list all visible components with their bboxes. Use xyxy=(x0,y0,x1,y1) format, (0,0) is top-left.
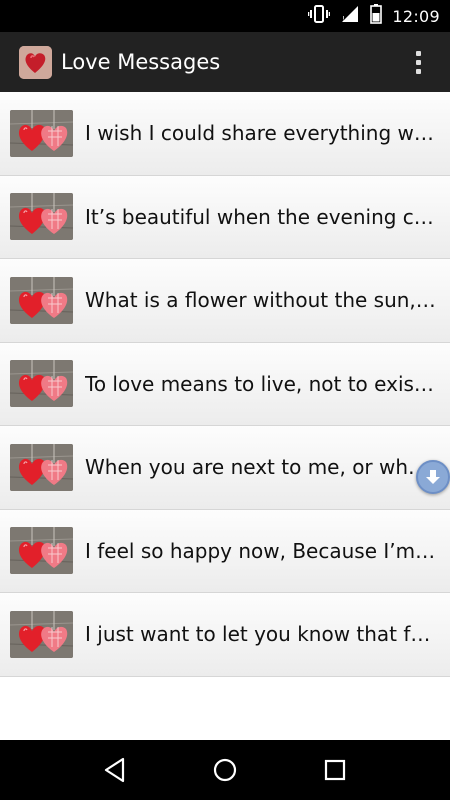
hearts-thumbnail xyxy=(10,109,73,157)
hearts-thumbnail xyxy=(10,610,73,658)
message-preview: When you are next to me, or when… xyxy=(85,455,439,480)
list-item[interactable]: It’s beautiful when the evening co… xyxy=(0,175,450,259)
message-preview: I wish I could share everything wit… xyxy=(85,121,439,146)
scroll-down-icon[interactable] xyxy=(416,460,450,494)
signal-icon: ! xyxy=(340,5,360,27)
hearts-app-icon[interactable] xyxy=(19,45,52,79)
list-item[interactable]: I wish I could share everything wit… xyxy=(0,92,450,176)
message-preview: What is a flower without the sun, … xyxy=(85,288,439,313)
more-vert-icon[interactable] xyxy=(404,47,432,77)
navigation-bar xyxy=(0,740,450,800)
svg-text:!: ! xyxy=(342,15,345,23)
list-item[interactable]: I just want to let you know that fal… xyxy=(0,593,450,677)
message-preview: I feel so happy now, Because I’m … xyxy=(85,538,439,563)
message-list: I wish I could share everything wit… It’… xyxy=(0,92,450,677)
vibrate-icon xyxy=(308,5,331,27)
app-bar: Love Messages xyxy=(0,32,450,92)
message-preview: It’s beautiful when the evening co… xyxy=(85,204,439,229)
hearts-thumbnail xyxy=(10,276,73,324)
message-preview: I just want to let you know that fal… xyxy=(85,622,439,647)
hearts-thumbnail xyxy=(10,527,73,575)
hearts-thumbnail xyxy=(10,193,73,241)
app-title: Love Messages xyxy=(61,50,221,74)
home-icon[interactable] xyxy=(200,745,250,795)
back-icon[interactable] xyxy=(90,745,140,795)
list-item[interactable]: I feel so happy now, Because I’m … xyxy=(0,509,450,593)
hearts-thumbnail xyxy=(10,443,73,491)
hearts-thumbnail xyxy=(10,360,73,408)
message-preview: To love means to live, not to exist,… xyxy=(85,371,439,396)
recents-icon[interactable] xyxy=(310,745,360,795)
status-time: 12:09 xyxy=(392,6,440,26)
status-bar: ! 12:09 xyxy=(0,0,450,32)
status-icons: ! 12:09 xyxy=(308,4,440,28)
list-item[interactable]: When you are next to me, or when… xyxy=(0,426,450,510)
battery-icon xyxy=(370,4,383,28)
list-item[interactable]: To love means to live, not to exist,… xyxy=(0,342,450,426)
list-item[interactable]: What is a flower without the sun, … xyxy=(0,259,450,343)
